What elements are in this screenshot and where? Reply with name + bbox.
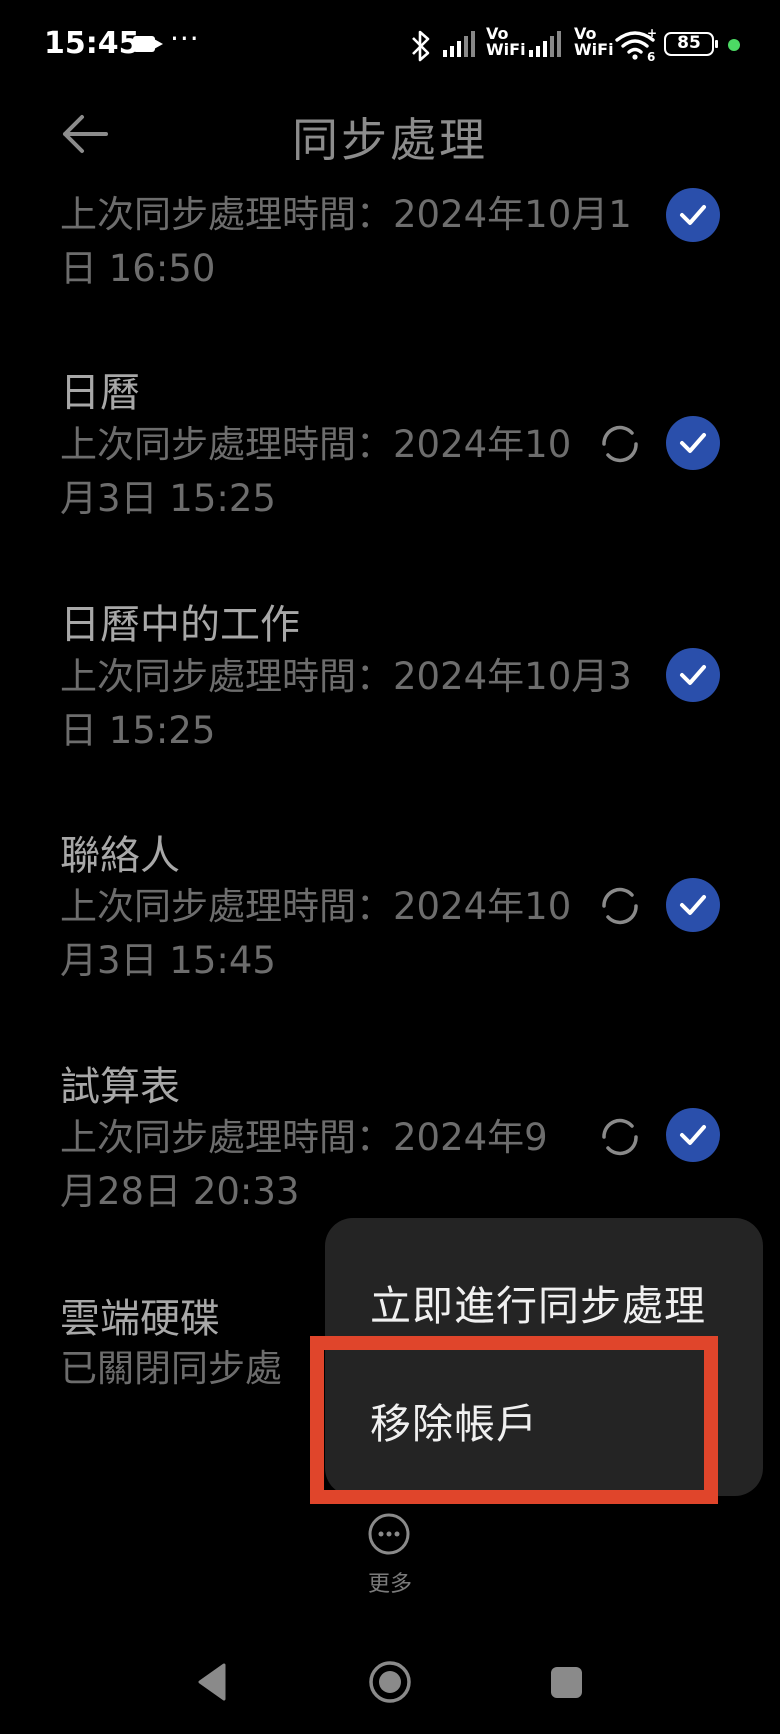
list-item-subtitle: 已關閉同步處 <box>60 1347 282 1390</box>
status-time: 15:45 <box>44 26 140 61</box>
list-item-subtitle: 上次同步處理時間：2024年10月3日 15:45 <box>60 885 572 982</box>
checkbox-checked-icon[interactable] <box>666 416 720 470</box>
vowifi-1-icon: Vo WiFi <box>486 24 526 59</box>
sync-icon <box>602 1118 638 1156</box>
checkbox-checked-icon[interactable] <box>666 1108 720 1162</box>
menu-item-sync-now[interactable]: 立即進行同步處理 <box>370 1272 706 1332</box>
status-bar: 15:45 ··· Vo WiFi Vo WiFi 6 + 85 <box>0 0 780 92</box>
bluetooth-icon <box>412 30 430 62</box>
checkbox-checked-icon[interactable] <box>666 648 720 702</box>
signal-2-icon <box>529 31 561 57</box>
more-horizontal-icon[interactable] <box>367 1512 411 1556</box>
signal-1-icon <box>443 31 475 57</box>
vowifi-2-icon: Vo WiFi <box>574 24 614 59</box>
battery-icon: 85 <box>664 32 718 56</box>
list-item-title: 雲端硬碟 <box>60 1296 220 1342</box>
svg-text:6: 6 <box>647 50 655 62</box>
list-item-subtitle: 上次同步處理時間：2024年9月28日 20:33 <box>60 1116 548 1213</box>
list-item-title: 試算表 <box>60 1064 180 1110</box>
wifi-6-icon: 6 + <box>615 28 657 62</box>
sync-icon <box>602 425 638 463</box>
highlight-box <box>310 1336 718 1504</box>
privacy-indicator-dot <box>728 39 740 51</box>
svg-text:+: + <box>647 28 657 40</box>
sync-icon <box>602 887 638 925</box>
status-more-dots: ··· <box>170 22 200 55</box>
list-item-title: 日曆 <box>60 370 140 416</box>
list-item-subtitle: 上次同步處理時間：2024年10月1日 16:50 <box>60 193 632 290</box>
battery-level: 85 <box>677 33 701 53</box>
checkbox-checked-icon[interactable] <box>666 188 720 242</box>
nav-recent-icon[interactable] <box>551 1667 582 1698</box>
nav-home-icon[interactable] <box>368 1660 412 1704</box>
more-label[interactable]: 更多 <box>350 1566 430 1598</box>
video-camera-icon <box>133 36 163 52</box>
list-item-title: 日曆中的工作 <box>60 602 300 648</box>
list-item-subtitle: 上次同步處理時間：2024年10月3日 15:25 <box>60 655 632 752</box>
page-title: 同步處理 <box>292 113 488 167</box>
nav-back-icon[interactable] <box>196 1662 228 1702</box>
checkbox-checked-icon[interactable] <box>666 878 720 932</box>
list-item-subtitle: 上次同步處理時間：2024年10月3日 15:25 <box>60 423 572 520</box>
list-item-title: 聯絡人 <box>60 833 180 879</box>
